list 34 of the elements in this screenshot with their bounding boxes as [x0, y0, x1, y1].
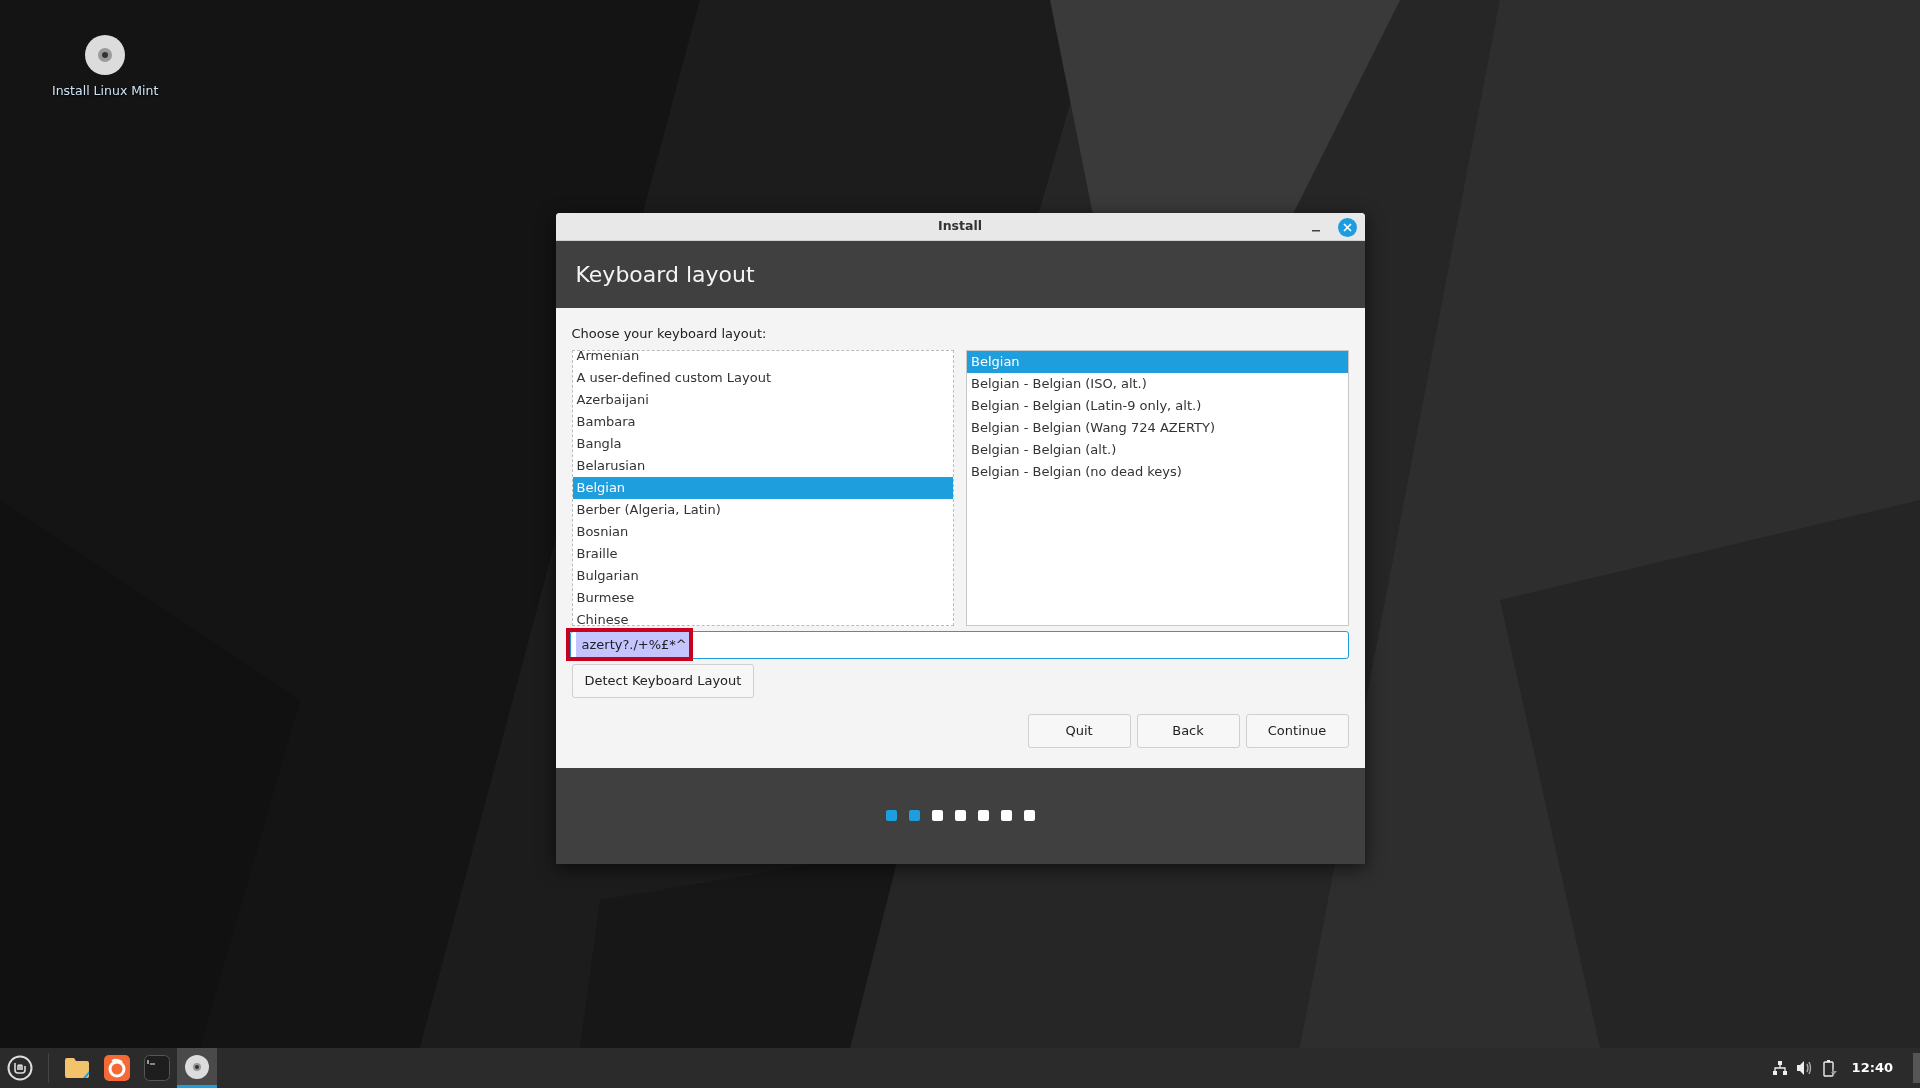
page-heading: Keyboard layout — [575, 261, 755, 289]
list-item[interactable]: Belgian - Belgian (Latin-9 only, alt.) — [967, 394, 1348, 417]
window-title: Install — [938, 217, 982, 236]
list-item[interactable]: Belgian - Belgian (no dead keys) — [967, 460, 1348, 483]
clock[interactable]: 12:40 — [1851, 1058, 1893, 1078]
list-item[interactable]: Bambara — [572, 410, 953, 433]
list-item[interactable]: Belarusian — [572, 454, 953, 477]
list-item[interactable]: Belgian - Belgian (Wang 724 AZERTY) — [967, 416, 1348, 439]
list-item[interactable]: Armenian — [572, 350, 953, 367]
list-item[interactable]: Braille — [572, 542, 953, 565]
close-icon — [1342, 222, 1352, 232]
list-item[interactable]: Bangla — [572, 432, 953, 455]
network-icon[interactable] — [1771, 1060, 1788, 1076]
list-item[interactable]: Belgian - Belgian (alt.) — [967, 438, 1348, 461]
list-item[interactable]: Azerbaijani — [572, 388, 953, 411]
list-item[interactable]: Chinese — [572, 608, 953, 625]
disc-icon[interactable] — [84, 34, 127, 76]
list-item[interactable]: Berber (Algeria, Latin) — [572, 498, 953, 521]
action-button[interactable]: Continue — [1245, 713, 1349, 748]
input-field[interactable]: azerty?./+%£*^ — [569, 630, 1349, 659]
list-item[interactable]: Burmese — [572, 586, 953, 609]
volume-icon[interactable] — [1795, 1060, 1814, 1076]
desktop-icon-label[interactable]: Install Linux Mint — [52, 82, 159, 101]
prompt-label: Choose your keyboard layout: — [571, 325, 768, 343]
action-button[interactable]: Back — [1136, 713, 1240, 748]
list-item[interactable]: Bulgarian — [572, 564, 953, 587]
battery-icon[interactable] — [1821, 1059, 1838, 1077]
minimize-icon — [1311, 230, 1320, 232]
list-item[interactable]: Bosnian — [572, 520, 953, 543]
close-button[interactable] — [1337, 217, 1357, 237]
list-item[interactable]: A user-defined custom Layout — [572, 366, 953, 389]
list-item[interactable]: Belgian - Belgian (ISO, alt.) — [967, 372, 1348, 395]
action-button[interactable]: Quit — [1027, 713, 1131, 748]
detect-layout-button[interactable]: Detect Keyboard Layout — [571, 663, 755, 698]
